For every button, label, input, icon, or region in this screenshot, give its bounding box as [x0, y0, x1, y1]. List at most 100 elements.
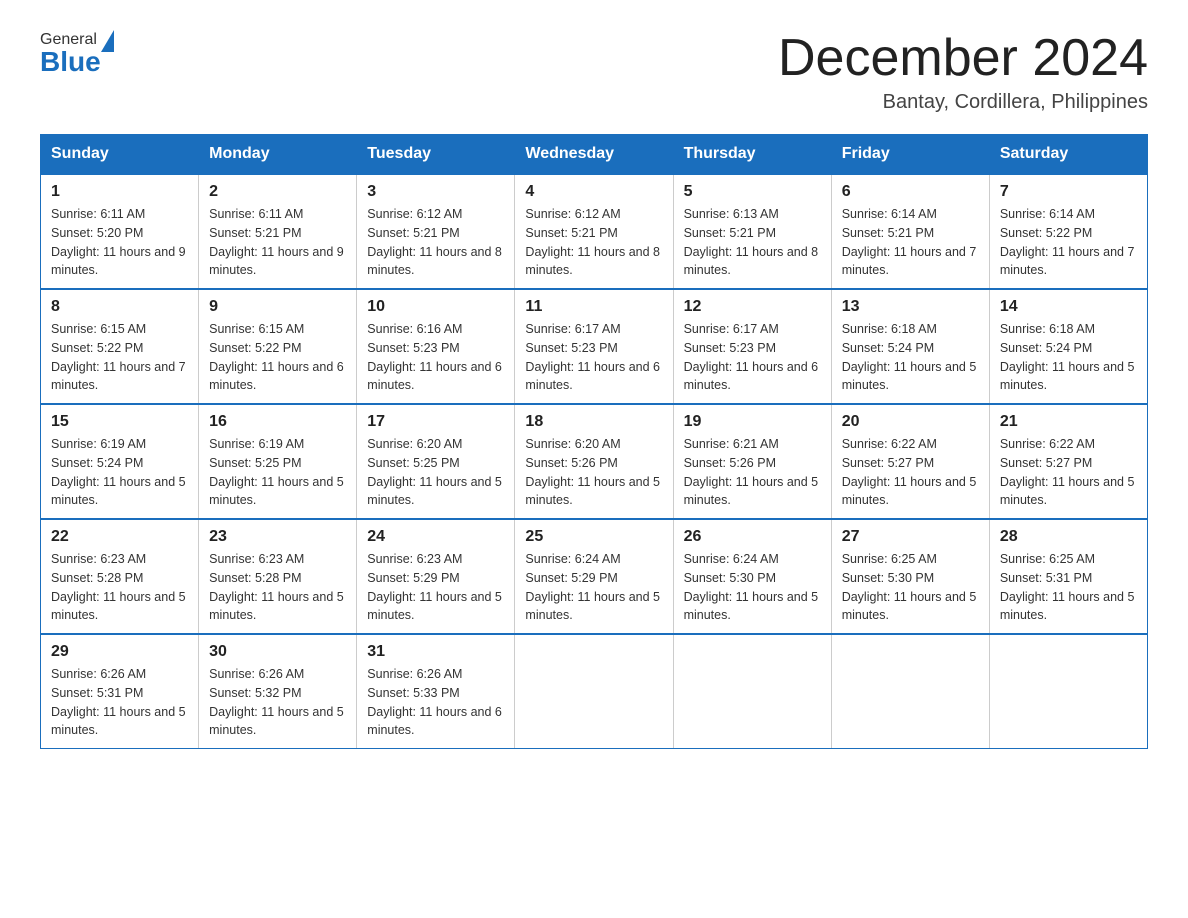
calendar-week-row: 22 Sunrise: 6:23 AMSunset: 5:28 PMDaylig…	[41, 519, 1148, 634]
day-info: Sunrise: 6:19 AMSunset: 5:24 PMDaylight:…	[51, 437, 186, 507]
calendar-body: 1 Sunrise: 6:11 AMSunset: 5:20 PMDayligh…	[41, 174, 1148, 749]
header-day-saturday: Saturday	[989, 135, 1147, 175]
logo: General Blue	[40, 30, 114, 78]
day-number: 28	[1000, 528, 1137, 546]
day-number: 24	[367, 528, 504, 546]
calendar-cell: 23 Sunrise: 6:23 AMSunset: 5:28 PMDaylig…	[199, 519, 357, 634]
day-number: 5	[684, 183, 821, 201]
calendar-week-row: 8 Sunrise: 6:15 AMSunset: 5:22 PMDayligh…	[41, 289, 1148, 404]
day-info: Sunrise: 6:23 AMSunset: 5:28 PMDaylight:…	[209, 552, 344, 622]
day-info: Sunrise: 6:14 AMSunset: 5:22 PMDaylight:…	[1000, 207, 1135, 277]
day-info: Sunrise: 6:13 AMSunset: 5:21 PMDaylight:…	[684, 207, 819, 277]
calendar-cell: 7 Sunrise: 6:14 AMSunset: 5:22 PMDayligh…	[989, 174, 1147, 289]
day-info: Sunrise: 6:20 AMSunset: 5:25 PMDaylight:…	[367, 437, 502, 507]
calendar-cell: 6 Sunrise: 6:14 AMSunset: 5:21 PMDayligh…	[831, 174, 989, 289]
day-number: 20	[842, 413, 979, 431]
day-number: 29	[51, 643, 188, 661]
calendar-header: SundayMondayTuesdayWednesdayThursdayFrid…	[41, 135, 1148, 175]
day-number: 25	[525, 528, 662, 546]
day-number: 3	[367, 183, 504, 201]
day-number: 8	[51, 298, 188, 316]
day-number: 6	[842, 183, 979, 201]
day-number: 17	[367, 413, 504, 431]
day-number: 30	[209, 643, 346, 661]
calendar-cell	[831, 634, 989, 749]
calendar-cell: 30 Sunrise: 6:26 AMSunset: 5:32 PMDaylig…	[199, 634, 357, 749]
day-info: Sunrise: 6:25 AMSunset: 5:31 PMDaylight:…	[1000, 552, 1135, 622]
header-day-tuesday: Tuesday	[357, 135, 515, 175]
day-number: 19	[684, 413, 821, 431]
day-info: Sunrise: 6:24 AMSunset: 5:29 PMDaylight:…	[525, 552, 660, 622]
calendar-cell: 9 Sunrise: 6:15 AMSunset: 5:22 PMDayligh…	[199, 289, 357, 404]
page-header: General Blue December 2024 Bantay, Cordi…	[40, 30, 1148, 114]
calendar-cell: 8 Sunrise: 6:15 AMSunset: 5:22 PMDayligh…	[41, 289, 199, 404]
calendar-cell: 17 Sunrise: 6:20 AMSunset: 5:25 PMDaylig…	[357, 404, 515, 519]
logo-triangle-icon	[101, 30, 114, 52]
calendar-cell	[673, 634, 831, 749]
day-info: Sunrise: 6:18 AMSunset: 5:24 PMDaylight:…	[842, 322, 977, 392]
day-info: Sunrise: 6:21 AMSunset: 5:26 PMDaylight:…	[684, 437, 819, 507]
day-info: Sunrise: 6:20 AMSunset: 5:26 PMDaylight:…	[525, 437, 660, 507]
day-number: 11	[525, 298, 662, 316]
day-info: Sunrise: 6:15 AMSunset: 5:22 PMDaylight:…	[209, 322, 344, 392]
header-row: SundayMondayTuesdayWednesdayThursdayFrid…	[41, 135, 1148, 175]
calendar-cell: 24 Sunrise: 6:23 AMSunset: 5:29 PMDaylig…	[357, 519, 515, 634]
calendar-cell: 28 Sunrise: 6:25 AMSunset: 5:31 PMDaylig…	[989, 519, 1147, 634]
day-info: Sunrise: 6:24 AMSunset: 5:30 PMDaylight:…	[684, 552, 819, 622]
header-day-wednesday: Wednesday	[515, 135, 673, 175]
day-number: 7	[1000, 183, 1137, 201]
day-info: Sunrise: 6:12 AMSunset: 5:21 PMDaylight:…	[367, 207, 502, 277]
day-info: Sunrise: 6:12 AMSunset: 5:21 PMDaylight:…	[525, 207, 660, 277]
calendar-cell: 26 Sunrise: 6:24 AMSunset: 5:30 PMDaylig…	[673, 519, 831, 634]
day-number: 23	[209, 528, 346, 546]
day-info: Sunrise: 6:11 AMSunset: 5:20 PMDaylight:…	[51, 207, 186, 277]
day-number: 15	[51, 413, 188, 431]
header-day-thursday: Thursday	[673, 135, 831, 175]
day-info: Sunrise: 6:22 AMSunset: 5:27 PMDaylight:…	[1000, 437, 1135, 507]
calendar-cell: 29 Sunrise: 6:26 AMSunset: 5:31 PMDaylig…	[41, 634, 199, 749]
day-info: Sunrise: 6:17 AMSunset: 5:23 PMDaylight:…	[684, 322, 819, 392]
header-day-friday: Friday	[831, 135, 989, 175]
day-info: Sunrise: 6:17 AMSunset: 5:23 PMDaylight:…	[525, 322, 660, 392]
calendar-cell: 22 Sunrise: 6:23 AMSunset: 5:28 PMDaylig…	[41, 519, 199, 634]
calendar-week-row: 29 Sunrise: 6:26 AMSunset: 5:31 PMDaylig…	[41, 634, 1148, 749]
header-day-monday: Monday	[199, 135, 357, 175]
day-info: Sunrise: 6:26 AMSunset: 5:32 PMDaylight:…	[209, 667, 344, 737]
calendar-cell: 5 Sunrise: 6:13 AMSunset: 5:21 PMDayligh…	[673, 174, 831, 289]
calendar-cell: 1 Sunrise: 6:11 AMSunset: 5:20 PMDayligh…	[41, 174, 199, 289]
day-info: Sunrise: 6:16 AMSunset: 5:23 PMDaylight:…	[367, 322, 502, 392]
day-number: 14	[1000, 298, 1137, 316]
calendar-cell: 19 Sunrise: 6:21 AMSunset: 5:26 PMDaylig…	[673, 404, 831, 519]
calendar-cell: 16 Sunrise: 6:19 AMSunset: 5:25 PMDaylig…	[199, 404, 357, 519]
calendar-cell: 18 Sunrise: 6:20 AMSunset: 5:26 PMDaylig…	[515, 404, 673, 519]
day-info: Sunrise: 6:22 AMSunset: 5:27 PMDaylight:…	[842, 437, 977, 507]
location-subtitle: Bantay, Cordillera, Philippines	[778, 91, 1148, 114]
calendar-cell: 14 Sunrise: 6:18 AMSunset: 5:24 PMDaylig…	[989, 289, 1147, 404]
header-day-sunday: Sunday	[41, 135, 199, 175]
day-number: 22	[51, 528, 188, 546]
calendar-cell: 12 Sunrise: 6:17 AMSunset: 5:23 PMDaylig…	[673, 289, 831, 404]
day-info: Sunrise: 6:19 AMSunset: 5:25 PMDaylight:…	[209, 437, 344, 507]
day-info: Sunrise: 6:14 AMSunset: 5:21 PMDaylight:…	[842, 207, 977, 277]
calendar-cell: 4 Sunrise: 6:12 AMSunset: 5:21 PMDayligh…	[515, 174, 673, 289]
calendar-cell: 27 Sunrise: 6:25 AMSunset: 5:30 PMDaylig…	[831, 519, 989, 634]
calendar-cell: 2 Sunrise: 6:11 AMSunset: 5:21 PMDayligh…	[199, 174, 357, 289]
calendar-cell: 13 Sunrise: 6:18 AMSunset: 5:24 PMDaylig…	[831, 289, 989, 404]
day-number: 2	[209, 183, 346, 201]
calendar-cell: 31 Sunrise: 6:26 AMSunset: 5:33 PMDaylig…	[357, 634, 515, 749]
day-number: 10	[367, 298, 504, 316]
calendar-cell	[989, 634, 1147, 749]
day-info: Sunrise: 6:23 AMSunset: 5:29 PMDaylight:…	[367, 552, 502, 622]
day-info: Sunrise: 6:18 AMSunset: 5:24 PMDaylight:…	[1000, 322, 1135, 392]
title-block: December 2024 Bantay, Cordillera, Philip…	[778, 30, 1148, 114]
day-info: Sunrise: 6:26 AMSunset: 5:33 PMDaylight:…	[367, 667, 502, 737]
calendar-cell: 15 Sunrise: 6:19 AMSunset: 5:24 PMDaylig…	[41, 404, 199, 519]
calendar-cell	[515, 634, 673, 749]
day-number: 31	[367, 643, 504, 661]
day-number: 13	[842, 298, 979, 316]
day-number: 4	[525, 183, 662, 201]
day-number: 1	[51, 183, 188, 201]
day-info: Sunrise: 6:11 AMSunset: 5:21 PMDaylight:…	[209, 207, 344, 277]
calendar-cell: 25 Sunrise: 6:24 AMSunset: 5:29 PMDaylig…	[515, 519, 673, 634]
day-number: 12	[684, 298, 821, 316]
